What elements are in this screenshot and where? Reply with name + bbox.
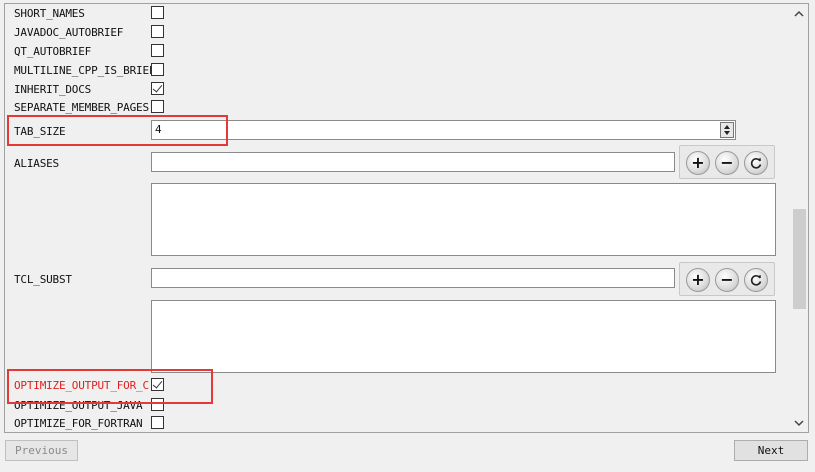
plus-icon: +: [691, 153, 705, 172]
option-label-separate-member-pages: SEPARATE_MEMBER_PAGES: [14, 101, 149, 114]
next-button[interactable]: Next: [734, 440, 808, 461]
checkbox-multiline-cpp-is-brief[interactable]: [151, 63, 164, 76]
aliases-list-buttons: + −: [679, 145, 775, 179]
previous-button[interactable]: Previous: [5, 440, 78, 461]
refresh-icon: [750, 157, 762, 169]
option-label-javadoc-autobrief: JAVADOC_AUTOBRIEF: [14, 26, 124, 39]
tcl-subst-input[interactable]: [151, 268, 675, 288]
aliases-list[interactable]: [151, 183, 776, 256]
tab-size-spinbox[interactable]: 4: [151, 120, 736, 140]
checkbox-qt-autobrief[interactable]: [151, 44, 164, 57]
checkbox-javadoc-autobrief[interactable]: [151, 25, 164, 38]
minus-icon: −: [720, 153, 734, 172]
aliases-input[interactable]: [151, 152, 675, 172]
aliases-remove-button[interactable]: −: [715, 151, 739, 175]
option-label-optimize-for-fortran: OPTIMIZE_FOR_FORTRAN: [14, 417, 143, 430]
tcl-subst-label: TCL_SUBST: [14, 273, 72, 286]
vertical-scrollbar[interactable]: [791, 4, 808, 432]
scrollbar-thumb[interactable]: [793, 209, 806, 309]
scroll-down-icon[interactable]: [794, 418, 804, 428]
tab-size-spin-buttons[interactable]: [720, 122, 734, 138]
option-label-multiline-cpp-is-brief: MULTILINE_CPP_IS_BRIEF: [14, 64, 156, 77]
option-label-qt-autobrief: QT_AUTOBRIEF: [14, 45, 92, 58]
aliases-update-button[interactable]: [744, 151, 768, 175]
highlight-optimize-output-for-c: [7, 369, 213, 404]
minus-icon: −: [720, 270, 734, 289]
highlight-tab-size: [7, 115, 228, 146]
spin-down-icon[interactable]: [724, 131, 730, 135]
checkbox-separate-member-pages[interactable]: [151, 100, 164, 113]
aliases-label: ALIASES: [14, 157, 59, 170]
tcl-subst-update-button[interactable]: [744, 268, 768, 292]
option-label-short-names: SHORT_NAMES: [14, 7, 85, 20]
option-label-inherit-docs: INHERIT_DOCS: [14, 83, 92, 96]
aliases-add-button[interactable]: +: [686, 151, 710, 175]
refresh-icon: [750, 274, 762, 286]
tcl-subst-list[interactable]: [151, 300, 776, 373]
tcl-subst-add-button[interactable]: +: [686, 268, 710, 292]
checkbox-short-names[interactable]: [151, 6, 164, 19]
plus-icon: +: [691, 270, 705, 289]
checkbox-optimize-for-fortran[interactable]: [151, 416, 164, 429]
scroll-up-icon[interactable]: [794, 9, 804, 19]
spin-up-icon[interactable]: [724, 125, 730, 129]
tcl-subst-remove-button[interactable]: −: [715, 268, 739, 292]
checkbox-inherit-docs[interactable]: [151, 82, 164, 95]
tcl-subst-list-buttons: + −: [679, 262, 775, 296]
